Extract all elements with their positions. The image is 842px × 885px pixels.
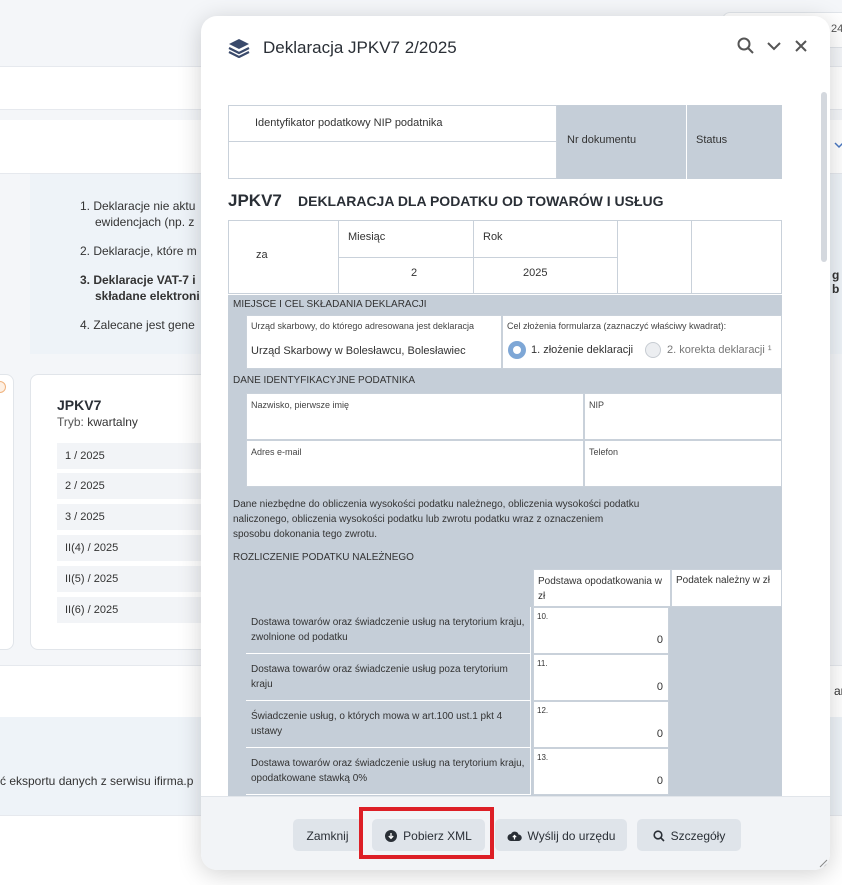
year-label: Rok xyxy=(483,231,503,243)
office-field: Urząd skarbowy, do którego adresowana je… xyxy=(246,315,502,369)
table-row-value[interactable]: 11. 0 xyxy=(533,654,669,701)
month-value: 2 xyxy=(411,267,418,279)
name-field: Nazwisko, pierwsze imię xyxy=(246,393,584,440)
email-label: Adres e-mail xyxy=(251,447,302,457)
table-row-label: Dostawa towarów oraz świadczenie usług n… xyxy=(246,748,531,795)
card-title: JPKV7 xyxy=(57,397,102,413)
chevron-down-icon[interactable] xyxy=(834,140,842,150)
resize-grip-icon[interactable] xyxy=(818,858,828,868)
nip-field-label: NIP xyxy=(589,400,605,410)
calc-note: Dane niezbędne do obliczenia wysokości p… xyxy=(233,499,640,540)
name-label: Nazwisko, pierwsze imię xyxy=(251,400,350,410)
chevron-down-icon[interactable] xyxy=(764,36,784,56)
background-top-text: 24 xyxy=(831,23,842,35)
info-item: 2. Deklaracje, które m xyxy=(80,244,197,258)
modal-header: Deklaracja JPKV7 2/2025 xyxy=(201,16,830,78)
table-row-value[interactable]: 13. 0 xyxy=(533,748,669,795)
form-code: JPKV7 xyxy=(228,191,282,210)
purpose-option-2[interactable]: 2. korekta deklaracji ¹ xyxy=(645,342,772,358)
identity-area: Nazwisko, pierwsze imię NIP Adres e-mail… xyxy=(228,393,782,489)
office-label: Urząd skarbowy, do którego adresowana je… xyxy=(251,321,474,331)
table-row-label: Świadczenie usług, o których mowa w art.… xyxy=(246,701,531,748)
section-identity: DANE IDENTYFIKACYJNE PODATNIKA xyxy=(228,371,782,393)
nip-field: NIP xyxy=(584,393,782,440)
close-button[interactable]: Zamknij xyxy=(293,819,362,851)
details-button[interactable]: Szczegóły xyxy=(637,819,741,851)
status-label: Status xyxy=(696,134,728,146)
search-icon xyxy=(653,830,665,842)
form-title: DEKLARACJA DLA PODATKU OD TOWARÓW I USŁU… xyxy=(298,193,664,209)
purpose-field: Cel złożenia formularza (zaznaczyć właśc… xyxy=(502,315,782,369)
background-left-card xyxy=(0,374,14,650)
modal-footer: Zamknij Pobierz XML Wyślij do urzędu Szc… xyxy=(201,796,830,870)
jpk-card: JPKV7 Tryb: kwartalny 1 / 2025 2 / 2025 … xyxy=(30,374,237,650)
table-row-label: Dostawa towarów oraz świadczenie usług p… xyxy=(246,654,531,701)
background-fragment: ar xyxy=(834,684,842,698)
info-item: 3. Deklaracje VAT-7 i składane elektroni xyxy=(80,273,200,303)
cloud-upload-icon xyxy=(507,831,522,841)
highlight-annotation xyxy=(359,807,494,859)
radio-selected-icon[interactable] xyxy=(509,342,525,358)
declaration-modal: Deklaracja JPKV7 2/2025 Identyfikator po… xyxy=(201,16,830,870)
info-item: 1. Deklaracje nie aktu ewidencjach (np. z xyxy=(80,199,196,229)
za-label: za xyxy=(256,249,268,261)
doc-number-box: Nr dokumentu xyxy=(557,105,686,179)
scrollbar[interactable] xyxy=(821,92,827,262)
card-mode: Tryb: kwartalny xyxy=(57,415,138,429)
doc-number-label: Nr dokumentu xyxy=(567,134,637,146)
nip-box: Identyfikator podatkowy NIP podatnika xyxy=(228,105,557,179)
email-field: Adres e-mail xyxy=(246,440,584,487)
info-item: 4. Zalecane jest gene xyxy=(80,318,195,332)
month-label: Miesiąc xyxy=(348,231,386,243)
purpose-option-1[interactable]: 1. złożenie deklaracji xyxy=(509,342,633,358)
phone-label: Telefon xyxy=(589,447,619,457)
office-value: Urząd Skarbowy w Bolesławcu, Bolesławiec xyxy=(251,345,466,357)
period-box: za Miesiąc Rok 2 2025 xyxy=(228,220,782,294)
table-row-value[interactable]: 12. 0 xyxy=(533,701,669,748)
layers-icon xyxy=(228,39,250,58)
col-tax-header: Podatek należny w zł xyxy=(671,569,782,607)
col-base-header: Podstawa opodatkowania w zł xyxy=(533,569,671,607)
table-row-value[interactable]: 10. 0 xyxy=(533,607,669,654)
modal-body[interactable]: Identyfikator podatkowy NIP podatnika Nr… xyxy=(201,78,830,796)
modal-title: Deklaracja JPKV7 2/2025 xyxy=(263,38,457,57)
phone-field: Telefon xyxy=(584,440,782,487)
tax-area: Dane niezbędne do obliczenia wysokości p… xyxy=(228,489,782,796)
background-text: ć eksportu danych z serwisu ifirma.p xyxy=(0,774,194,788)
radio-unselected-icon[interactable] xyxy=(645,342,661,358)
background-fragment: g b xyxy=(832,268,840,296)
nip-label: Identyfikator podatkowy NIP podatnika xyxy=(255,117,443,129)
section-place: MIEJSCE I CEL SKŁADANIA DEKLARACJI xyxy=(228,295,782,315)
purpose-label: Cel złożenia formularza (zaznaczyć właśc… xyxy=(507,321,727,331)
send-to-office-button[interactable]: Wyślij do urzędu xyxy=(495,819,627,851)
search-icon[interactable] xyxy=(736,36,756,56)
place-area: Urząd skarbowy, do którego adresowana je… xyxy=(228,315,782,371)
table-row-label: Dostawa towarów oraz świadczenie usług n… xyxy=(246,607,531,654)
close-icon[interactable] xyxy=(791,36,811,56)
section-tax: ROZLICZENIE PODATKU NALEŻNEGO xyxy=(233,552,414,563)
status-box: Status xyxy=(687,105,782,179)
year-value: 2025 xyxy=(523,267,548,279)
